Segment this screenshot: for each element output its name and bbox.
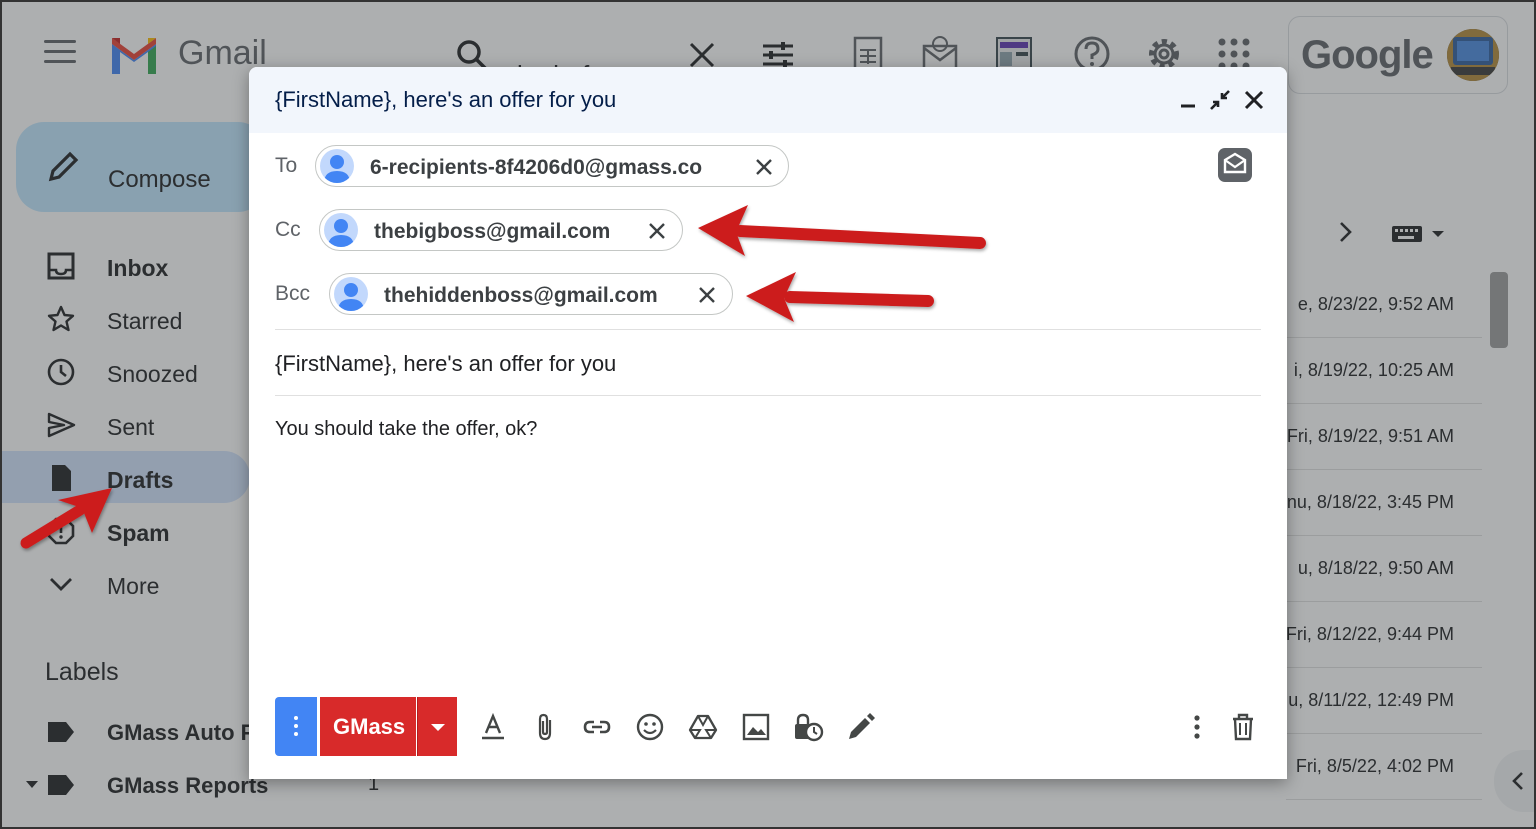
compose-toolbar: GMass (275, 697, 1265, 757)
remove-recipient-icon[interactable] (697, 285, 717, 305)
compose-title: {FirstName}, here's an offer for you (275, 87, 617, 112)
recipient-email: thebigboss@gmail.com (374, 220, 611, 243)
bcc-label: Bcc (275, 282, 311, 305)
google-drive-icon[interactable] (687, 711, 719, 743)
encryption-lock-icon[interactable] (1218, 148, 1252, 182)
emoji-icon[interactable] (634, 711, 666, 743)
compose-header: {FirstName}, here's an offer for you (249, 67, 1287, 133)
close-icon[interactable] (1243, 89, 1265, 111)
divider (275, 329, 1261, 330)
remove-recipient-icon[interactable] (754, 157, 774, 177)
discard-draft-trash-icon[interactable] (1227, 711, 1259, 743)
recipient-email: thehiddenboss@gmail.com (384, 284, 658, 307)
cc-label: Cc (275, 218, 301, 241)
insert-photo-icon[interactable] (740, 711, 772, 743)
gmass-send-button[interactable]: GMass (320, 697, 416, 756)
recipient-chip[interactable]: 6-recipients-8f4206d0@gmass.co (315, 145, 789, 187)
person-avatar-icon (324, 213, 358, 247)
remove-recipient-icon[interactable] (647, 221, 667, 241)
more-options-button[interactable] (275, 697, 317, 756)
compose-dialog: {FirstName}, here's an offer for you To … (249, 67, 1287, 779)
divider (275, 395, 1261, 396)
to-field[interactable]: To 6-recipients-8f4206d0@gmass.co (275, 134, 1261, 196)
recipient-chip[interactable]: thebigboss@gmail.com (319, 209, 683, 251)
confidential-mode-icon[interactable] (792, 711, 824, 743)
message-body[interactable]: You should take the offer, ok? (275, 418, 537, 441)
recipient-email: 6-recipients-8f4206d0@gmass.co (370, 156, 703, 179)
insert-link-icon[interactable] (581, 711, 613, 743)
to-label: To (275, 154, 298, 177)
recipient-chip[interactable]: thehiddenboss@gmail.com (329, 273, 733, 315)
subject-field[interactable]: {FirstName}, here's an offer for you (275, 351, 616, 377)
gmass-label: GMass (333, 714, 406, 739)
signature-pen-icon[interactable] (845, 711, 877, 743)
attach-file-icon[interactable] (529, 711, 561, 743)
bcc-field[interactable]: Bcc thehiddenboss@gmail.com (275, 262, 1261, 324)
cc-field[interactable]: Cc thebigboss@gmail.com (275, 198, 1261, 260)
person-avatar-icon (334, 277, 368, 311)
more-vertical-icon[interactable] (1181, 711, 1213, 743)
minimize-icon[interactable] (1177, 89, 1199, 111)
text-format-icon[interactable] (477, 711, 509, 743)
person-avatar-icon (320, 149, 354, 183)
gmass-settings-dropdown[interactable] (417, 697, 457, 756)
exit-fullscreen-icon[interactable] (1209, 89, 1231, 111)
